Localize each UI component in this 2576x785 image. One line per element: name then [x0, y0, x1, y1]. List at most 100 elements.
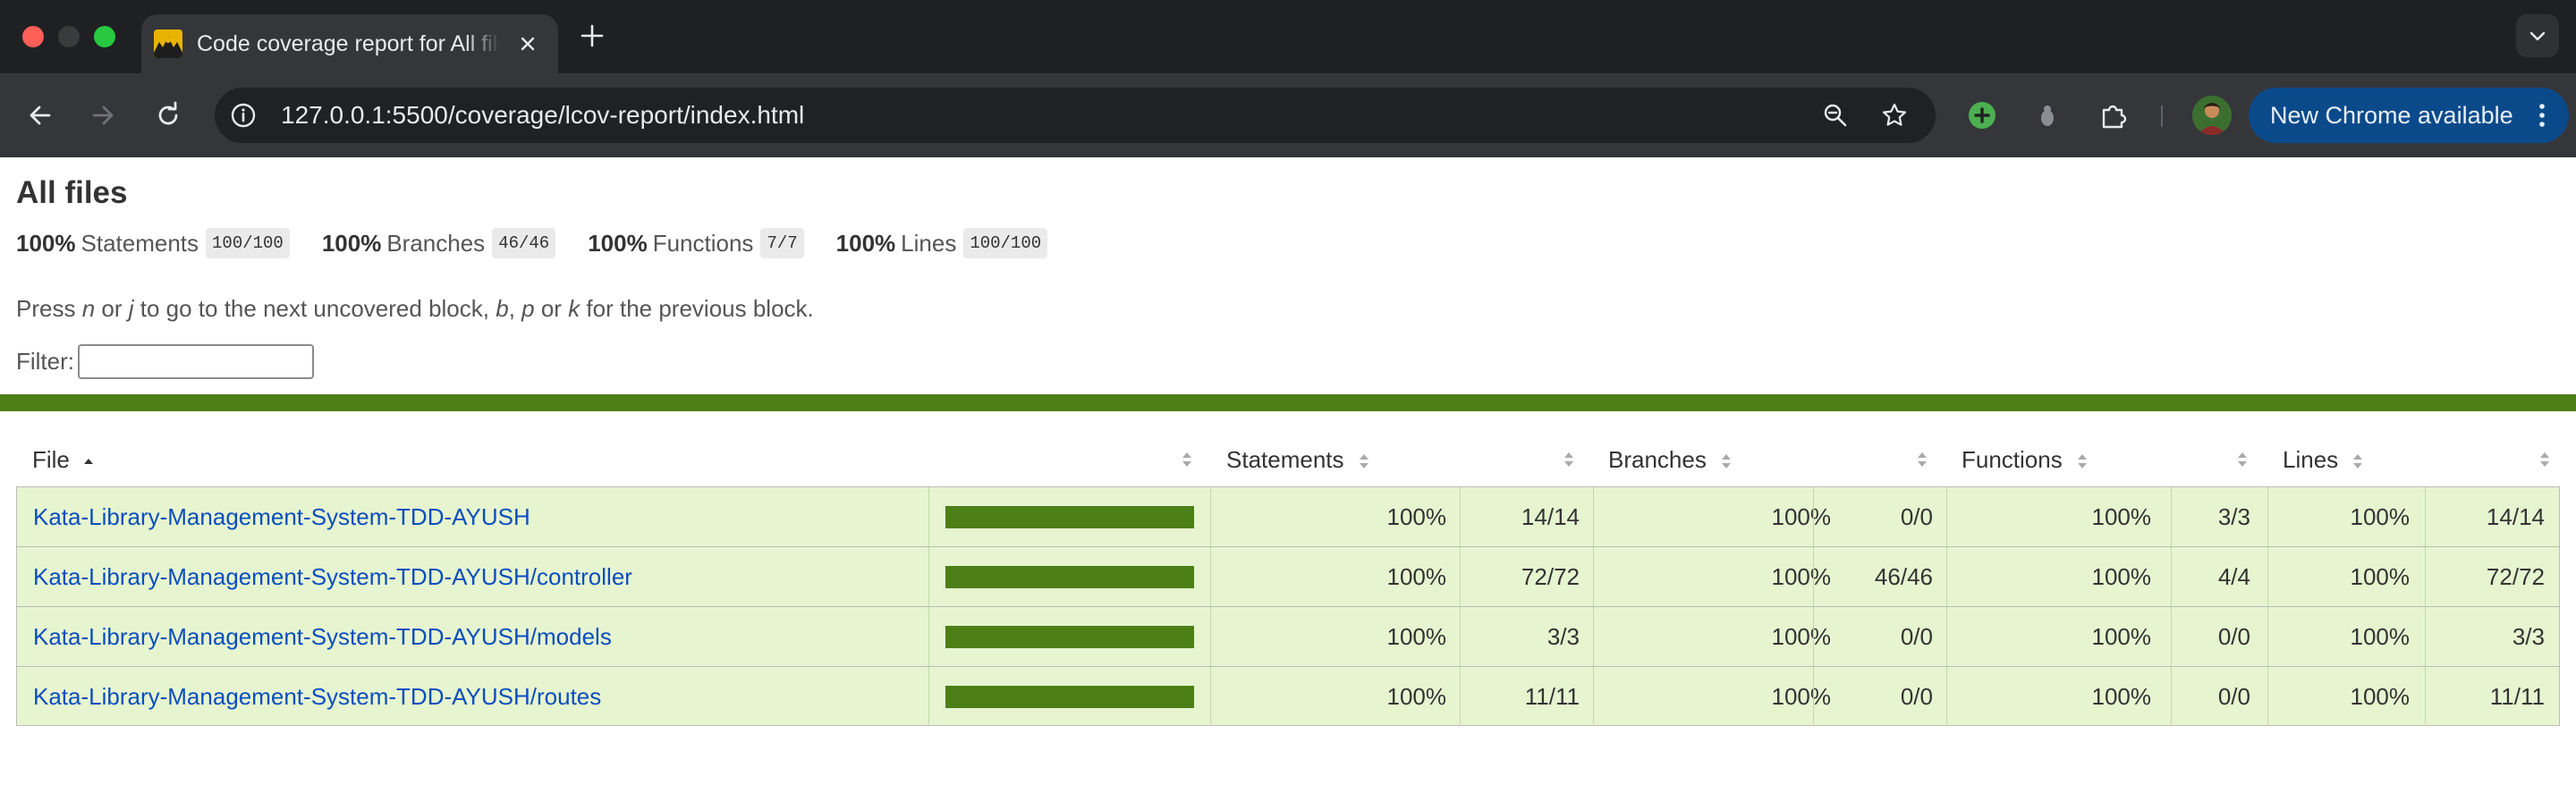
zoom-icon[interactable] — [1821, 101, 1850, 130]
profile-avatar[interactable] — [2192, 96, 2232, 135]
column-header-lines[interactable]: Lines — [2283, 433, 2364, 486]
branches-pct: 100% — [1771, 503, 1832, 530]
summary-label: Statements — [80, 230, 199, 257]
summary-fraction: 100/100 — [963, 228, 1048, 258]
sort-icon[interactable] — [1181, 433, 1193, 486]
extensions-puzzle-icon[interactable] — [2098, 100, 2129, 131]
lines-pct: 100% — [2350, 623, 2411, 650]
summary-fraction: 46/46 — [492, 228, 556, 258]
tab-search-button[interactable] — [2516, 14, 2559, 57]
column-divider — [928, 487, 929, 546]
back-button[interactable] — [21, 97, 59, 134]
column-divider — [928, 547, 929, 606]
sort-icon — [1722, 454, 1732, 469]
summary-fraction: 100/100 — [206, 228, 290, 258]
branches-pct: 100% — [1771, 683, 1832, 710]
column-header-branches[interactable]: Branches — [1608, 433, 1733, 486]
url-host: 127.0.0.1 — [281, 101, 386, 129]
sort-icon — [2353, 454, 2363, 469]
table-row: Kata-Library-Management-System-TDD-AYUSH… — [16, 546, 2560, 606]
table-body: Kata-Library-Management-System-TDD-AYUSH… — [16, 486, 2560, 726]
table-row: Kata-Library-Management-System-TDD-AYUSH… — [16, 486, 2560, 546]
more-vertical-icon[interactable] — [2533, 100, 2551, 131]
filter-input[interactable] — [78, 344, 314, 379]
coverage-bar — [945, 506, 1194, 528]
file-link[interactable]: Kata-Library-Management-System-TDD-AYUSH… — [33, 667, 601, 726]
functions-pct: 100% — [2091, 683, 2152, 710]
istanbul-favicon-icon — [154, 30, 182, 58]
statements-pct: 100% — [1386, 563, 1447, 590]
tab-close-icon[interactable] — [513, 30, 542, 58]
summary-functions: 100% Functions 7/7 — [588, 227, 804, 259]
extension-gray-icon[interactable] — [2032, 100, 2063, 131]
summary-fraction: 7/7 — [760, 228, 804, 258]
column-header-functions[interactable]: Functions — [1962, 433, 2089, 486]
fullscreen-window-button[interactable] — [94, 26, 115, 47]
branches-fraction: 0/0 — [1900, 683, 1933, 710]
arrow-left-icon — [30, 106, 51, 125]
functions-fraction: 0/0 — [2217, 623, 2250, 650]
lines-fraction: 3/3 — [2512, 623, 2545, 650]
statements-pct: 100% — [1386, 623, 1447, 650]
new-chrome-available-button[interactable]: New Chrome available — [2249, 88, 2569, 143]
toolbar-divider — [2161, 106, 2163, 127]
file-link[interactable]: Kata-Library-Management-System-TDD-AYUSH — [33, 487, 530, 546]
browser-toolbar: 127.0.0.1:5500/coverage/lcov-report/inde… — [0, 73, 2576, 157]
coverage-table: File Statements Branches Functions Lines… — [16, 433, 2560, 726]
url-path: :5500/coverage/lcov-report/index.html — [385, 101, 805, 129]
new-tab-button[interactable] — [576, 16, 608, 55]
functions-fraction: 3/3 — [2217, 503, 2250, 530]
summary-pct: 100% — [16, 230, 76, 257]
forward-button[interactable] — [84, 97, 122, 134]
address-bar[interactable]: 127.0.0.1:5500/coverage/lcov-report/inde… — [215, 88, 1936, 143]
page-title: All files — [16, 175, 128, 210]
file-link[interactable]: Kata-Library-Management-System-TDD-AYUSH… — [33, 607, 612, 666]
column-divider — [928, 607, 929, 666]
lines-fraction: 11/11 — [2489, 683, 2545, 710]
table-row: Kata-Library-Management-System-TDD-AYUSH… — [16, 606, 2560, 666]
statements-fraction: 72/72 — [1521, 563, 1580, 590]
reload-button[interactable] — [149, 97, 187, 134]
branches-pct: 100% — [1771, 623, 1832, 650]
sort-icon[interactable] — [2236, 433, 2249, 486]
sort-icon — [2077, 454, 2087, 469]
tab-strip: Code coverage report for All files — [0, 0, 2576, 73]
statements-fraction: 14/14 — [1521, 503, 1580, 530]
reload-icon — [158, 101, 178, 125]
statements-pct: 100% — [1386, 683, 1447, 710]
arrow-right-icon — [92, 106, 114, 125]
summary-label: Branches — [386, 230, 486, 257]
functions-fraction: 4/4 — [2217, 563, 2250, 590]
chevron-down-icon — [2529, 31, 2546, 41]
sort-icon[interactable] — [2538, 433, 2551, 486]
summary-branches: 100% Branches 46/46 — [322, 227, 556, 259]
bookmark-star-icon[interactable] — [1880, 101, 1909, 130]
table-row: Kata-Library-Management-System-TDD-AYUSH… — [16, 666, 2560, 726]
lines-pct: 100% — [2350, 683, 2411, 710]
close-window-button[interactable] — [22, 26, 44, 47]
file-link[interactable]: Kata-Library-Management-System-TDD-AYUSH… — [33, 547, 632, 606]
functions-pct: 100% — [2091, 503, 2152, 530]
sort-icon — [1359, 454, 1368, 469]
lines-fraction: 72/72 — [2486, 563, 2545, 590]
coverage-bar — [945, 686, 1194, 708]
site-info-icon[interactable] — [229, 101, 258, 130]
extension-green-icon[interactable] — [1967, 100, 1997, 131]
branches-fraction: 46/46 — [1874, 563, 1933, 590]
column-header-file[interactable]: File — [32, 433, 96, 486]
column-divider — [928, 667, 929, 726]
functions-pct: 100% — [2091, 623, 2152, 650]
column-header-statements[interactable]: Statements — [1226, 433, 1370, 486]
branches-fraction: 0/0 — [1900, 623, 1933, 650]
sort-icon[interactable] — [1916, 433, 1928, 486]
url-text[interactable]: 127.0.0.1:5500/coverage/lcov-report/inde… — [281, 100, 804, 131]
coverage-bar — [945, 566, 1194, 588]
coverage-status-bar — [0, 394, 2576, 411]
sort-icon[interactable] — [1563, 433, 1575, 486]
minimize-window-button[interactable] — [58, 26, 80, 47]
summary-label: Lines — [901, 230, 957, 257]
summary-label: Functions — [652, 230, 754, 257]
active-tab[interactable]: Code coverage report for All files — [141, 14, 558, 73]
tab-title: Code coverage report for All files — [197, 31, 501, 56]
coverage-report-page: All files 100% Statements 100/100 100% B… — [0, 157, 2576, 785]
